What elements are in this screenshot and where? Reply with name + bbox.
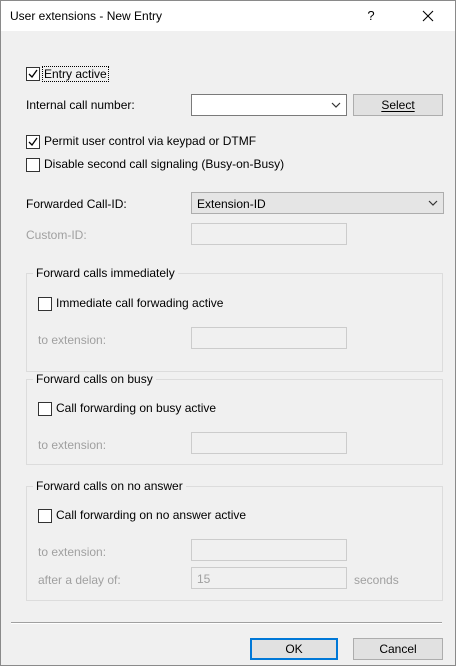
title-bar: User extensions - New Entry ? [1, 1, 455, 31]
chevron-down-icon [331, 102, 341, 108]
ok-button[interactable]: OK [250, 638, 338, 660]
delay-unit-label: seconds [354, 573, 399, 587]
no-answer-extension-input[interactable] [191, 539, 347, 561]
permit-user-control-label[interactable]: Permit user control via keypad or DTMF [44, 134, 256, 148]
group-forward-immediately: Forward calls immediately [26, 266, 443, 372]
no-answer-forwarding-checkbox[interactable] [38, 509, 52, 523]
group-forward-busy-title: Forward calls on busy [33, 372, 156, 386]
checkmark-icon [28, 69, 38, 79]
busy-extension-label: to extension: [38, 438, 107, 452]
immediate-forwarding-label[interactable]: Immediate call forwading active [56, 296, 223, 310]
no-answer-extension-label: to extension: [38, 545, 107, 559]
internal-call-number-combo[interactable] [191, 94, 347, 116]
no-answer-forwarding-label[interactable]: Call forwarding on no answer active [56, 508, 246, 522]
immediate-extension-label: to extension: [38, 333, 107, 347]
group-forward-no-answer-title: Forward calls on no answer [33, 479, 186, 493]
select-button[interactable]: Select [353, 94, 443, 116]
delay-label: after a delay of: [38, 573, 121, 587]
window-title: User extensions - New Entry [10, 9, 163, 23]
entry-active-checkbox[interactable] [26, 67, 40, 81]
busy-extension-input[interactable] [191, 432, 347, 454]
immediate-forwarding-checkbox[interactable] [38, 297, 52, 311]
close-button[interactable] [417, 5, 439, 27]
busy-forwarding-label[interactable]: Call forwarding on busy active [56, 401, 216, 415]
permit-user-control-checkbox[interactable] [26, 135, 40, 149]
entry-active-label[interactable]: Entry active [42, 66, 109, 82]
close-icon [422, 10, 434, 22]
chevron-down-icon [428, 200, 438, 206]
custom-id-label: Custom-ID: [26, 228, 87, 242]
internal-call-number-label: Internal call number: [26, 98, 135, 112]
disable-second-call-checkbox[interactable] [26, 158, 40, 172]
delay-input[interactable]: 15 [191, 567, 347, 589]
cancel-button[interactable]: Cancel [353, 638, 443, 660]
delay-value: 15 [197, 572, 211, 586]
group-forward-immediately-title: Forward calls immediately [33, 266, 178, 280]
forwarded-call-id-dropdown[interactable]: Extension-ID [191, 192, 444, 214]
dialog-window: User extensions - New Entry ? Entry acti… [0, 0, 456, 666]
help-button[interactable]: ? [361, 6, 381, 26]
immediate-extension-input[interactable] [191, 327, 347, 349]
checkmark-icon [28, 137, 38, 147]
custom-id-input[interactable] [191, 223, 347, 245]
forwarded-call-id-label: Forwarded Call-ID: [26, 197, 127, 211]
disable-second-call-label[interactable]: Disable second call signaling (Busy-on-B… [44, 157, 284, 171]
select-button-label: Select [381, 98, 415, 112]
footer-divider [11, 622, 442, 624]
busy-forwarding-checkbox[interactable] [38, 402, 52, 416]
forwarded-call-id-value: Extension-ID [197, 197, 266, 211]
